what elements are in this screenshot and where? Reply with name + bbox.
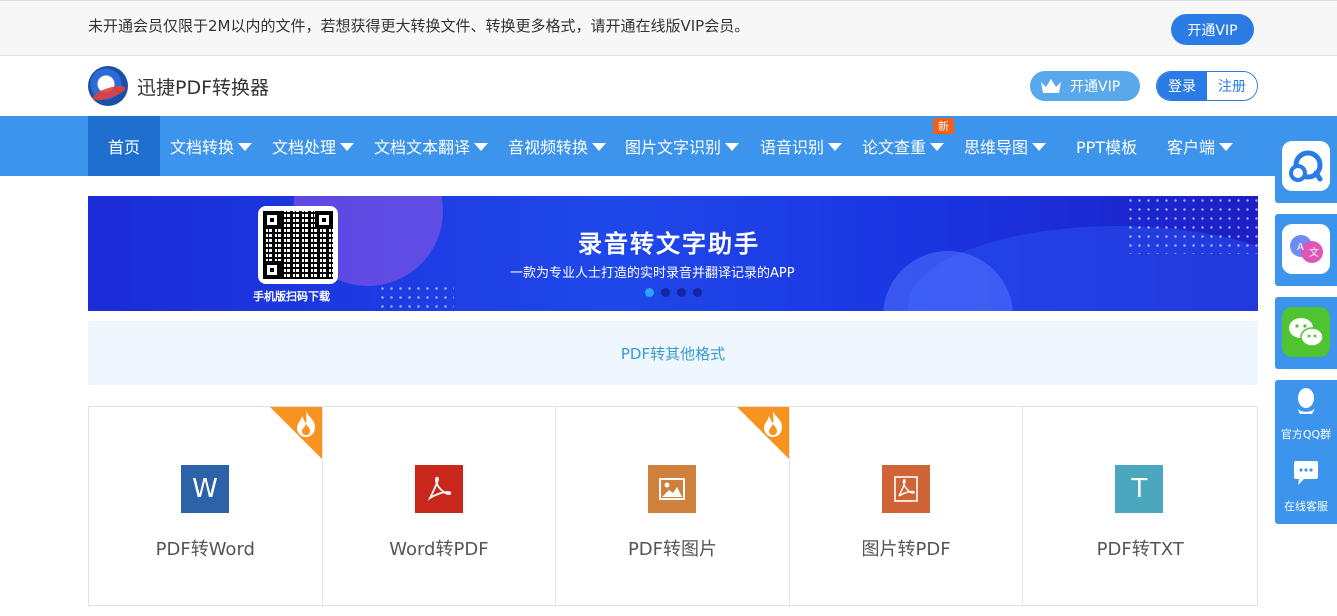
logo-icon[interactable] <box>88 66 128 106</box>
qr-caption: 手机版扫码下载 <box>253 290 330 303</box>
flame-icon <box>763 411 782 437</box>
nav-ocr[interactable]: 图片文字识别 <box>625 116 740 176</box>
nav-doc-convert[interactable]: 文档转换 <box>170 116 253 176</box>
tool-card-label: Word转PDF <box>389 539 489 560</box>
nav-av-convert[interactable]: 音视频转换 <box>508 116 607 176</box>
tool-card-pdf-to-image[interactable]: PDF转图片 <box>556 407 790 605</box>
chat-bubble-icon <box>1294 461 1318 485</box>
wechat-icon <box>1282 307 1330 357</box>
side-wechat-button[interactable] <box>1275 297 1337 369</box>
new-badge: 新 <box>933 118 954 134</box>
section-tab-pdf-to-other[interactable]: PDF转其他格式 <box>88 321 1258 385</box>
qq-group-label: 官方QQ群 <box>1280 428 1332 441</box>
auth-group: 登录 注册 <box>1156 71 1258 101</box>
tool-card-image-to-pdf[interactable]: 图片转PDF <box>790 407 1024 605</box>
chevron-down-icon <box>828 143 843 151</box>
banner-dots <box>1126 196 1258 254</box>
site-header: 迅捷PDF转换器 开通VIP 登录 注册 <box>0 56 1337 116</box>
qr-code <box>258 206 338 284</box>
pdf-file-icon <box>414 465 463 513</box>
image-file-icon <box>648 465 697 513</box>
qq-group-button[interactable]: 官方QQ群 <box>1275 380 1337 450</box>
svg-text:A: A <box>1297 242 1304 253</box>
tool-card-pdf-to-word[interactable]: W PDF转Word <box>89 407 323 605</box>
notice-bar: 未开通会员仅限于2M以内的文件，若想获得更大转换文件、转换更多格式，请开通在线版… <box>0 0 1337 56</box>
nav-doc-translate[interactable]: 文档文本翻译 <box>374 116 489 176</box>
open-vip-button[interactable]: 开通VIP <box>1171 14 1254 45</box>
tool-card-label: PDF转图片 <box>627 539 718 560</box>
login-button[interactable]: 登录 <box>1157 72 1207 100</box>
nav-speech[interactable]: 语音识别 <box>760 116 843 176</box>
banner-subtitle: 一款为专业人士打造的实时录音并翻译记录的APP <box>510 266 795 281</box>
translate-icon: A文 <box>1282 224 1330 274</box>
header-vip-label: 开通VIP <box>1070 79 1121 95</box>
txt-file-icon: T <box>1115 465 1164 513</box>
chevron-down-icon <box>592 143 607 151</box>
tool-card-label: 图片转PDF <box>861 539 951 560</box>
pager-dot[interactable] <box>661 288 670 297</box>
tool-grid: W PDF转Word Word转PDF PDF转图片 图片转PDF T PDF转… <box>88 406 1258 606</box>
hot-badge <box>269 407 322 459</box>
app-icon <box>1282 141 1330 191</box>
nav-mindmap[interactable]: 思维导图 <box>964 116 1047 176</box>
banner-dots <box>378 284 454 311</box>
chevron-down-icon <box>1219 143 1234 151</box>
word-file-icon: W <box>181 465 229 513</box>
main-nav: 首页 文档转换 文档处理 文档文本翻译 音视频转换 图片文字识别 语音识别 论文… <box>0 116 1337 176</box>
hot-badge <box>736 407 789 459</box>
side-contact-panel: 官方QQ群 在线客服 <box>1275 380 1337 524</box>
pager-dot[interactable] <box>693 288 702 297</box>
banner-title: 录音转文字助手 <box>578 230 760 258</box>
crown-icon <box>1041 79 1061 93</box>
side-app-button[interactable] <box>1275 131 1337 203</box>
nav-client[interactable]: 客户端 <box>1167 116 1234 176</box>
notice-text: 未开通会员仅限于2M以内的文件，若想获得更大转换文件、转换更多格式，请开通在线版… <box>88 17 750 35</box>
online-service-button[interactable]: 在线客服 <box>1275 452 1337 522</box>
register-button[interactable]: 注册 <box>1207 72 1257 100</box>
pdf-file-icon <box>881 465 930 513</box>
qq-penguin-icon <box>1297 388 1315 414</box>
tool-card-word-to-pdf[interactable]: Word转PDF <box>323 407 557 605</box>
brand-name[interactable]: 迅捷PDF转换器 <box>137 73 269 100</box>
chevron-down-icon <box>238 143 253 151</box>
chevron-down-icon <box>340 143 355 151</box>
promo-banner[interactable]: 手机版扫码下载 录音转文字助手 一款为专业人士打造的实时录音并翻译记录的APP <box>88 196 1258 311</box>
header-vip-button[interactable]: 开通VIP <box>1030 71 1140 101</box>
tool-card-label: PDF转TXT <box>1096 539 1184 560</box>
online-service-label: 在线客服 <box>1284 500 1328 513</box>
chevron-down-icon <box>474 143 489 151</box>
nav-home[interactable]: 首页 <box>88 116 160 176</box>
chevron-down-icon <box>725 143 740 151</box>
tool-card-label: PDF转Word <box>155 539 255 560</box>
nav-doc-process[interactable]: 文档处理 <box>272 116 355 176</box>
banner-pager <box>645 288 702 297</box>
chevron-down-icon <box>930 143 945 151</box>
pager-dot[interactable] <box>645 288 654 297</box>
pager-dot[interactable] <box>677 288 686 297</box>
tool-card-pdf-to-txt[interactable]: T PDF转TXT <box>1023 407 1257 605</box>
side-translate-button[interactable]: A文 <box>1275 214 1337 286</box>
chevron-down-icon <box>1032 143 1047 151</box>
flame-icon <box>296 411 315 437</box>
nav-plagiarism[interactable]: 论文查重 <box>862 116 945 176</box>
nav-ppt[interactable]: PPT模板 <box>1076 116 1137 176</box>
svg-text:文: 文 <box>1309 246 1319 259</box>
